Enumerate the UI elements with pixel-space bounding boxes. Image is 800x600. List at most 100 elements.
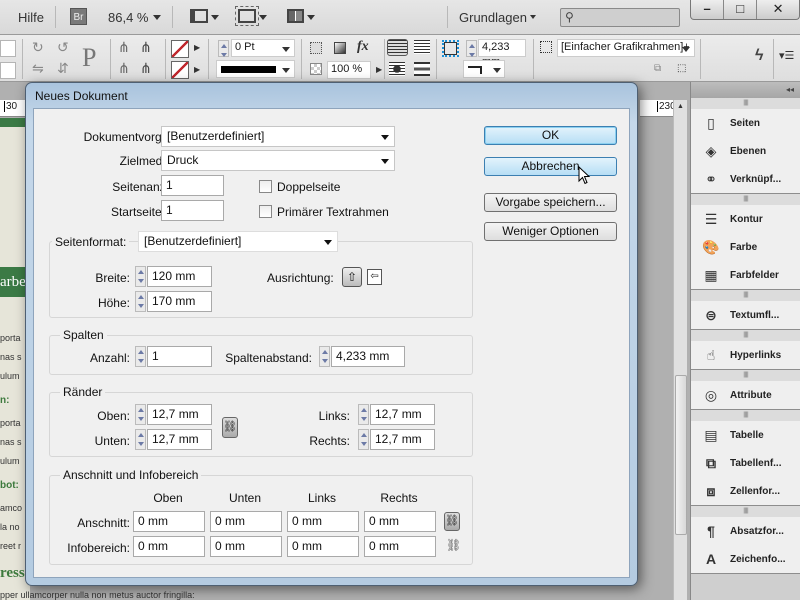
bleed-link-button[interactable]: ⛓ [444,512,460,531]
select-content-icon[interactable]: ⋔ [118,60,130,77]
arrange-documents-icon[interactable] [287,9,304,23]
stroke-type-select[interactable] [216,60,295,78]
view-options-dropdown[interactable] [211,15,219,20]
width-input[interactable]: 120 mm [147,266,212,287]
slug-link-button[interactable]: ⛓ [446,538,461,552]
view-options-icon[interactable] [190,9,208,23]
landscape-orientation-button[interactable]: ⇦ [367,269,382,285]
panel-group-grip[interactable]: |||||||| [691,506,800,517]
flip-vertical-icon[interactable]: ⇵ [57,60,69,77]
gutter-input[interactable]: 4,233 mm [331,346,405,367]
stroke-weight-field[interactable]: 0 Pt [231,39,295,57]
search-input[interactable]: ⚲ [560,8,680,27]
slug-top-input[interactable]: 0 mm [133,536,205,557]
workspace-dropdown-icon[interactable] [530,15,536,19]
panel-item-paragraph-styles[interactable]: ¶ Absatzfor... [691,517,800,545]
margin-top-input[interactable]: 12,7 mm [147,404,212,425]
slug-left-input[interactable]: 0 mm [287,536,359,557]
page-size-select[interactable]: [Benutzerdefiniert] [138,231,338,252]
corner-shape-dropdown[interactable] [493,68,501,73]
margin-right-stepper[interactable] [358,429,369,450]
margin-bottom-input[interactable]: 12,7 mm [147,429,212,450]
bleed-top-input[interactable]: 0 mm [133,511,205,532]
bridge-button[interactable]: Br [70,8,87,25]
panel-group-grip[interactable]: |||||||| [691,290,800,301]
rotate-cw-icon[interactable]: ↻ [32,39,44,56]
opacity-field[interactable]: 100 % [327,61,371,79]
pages-input[interactable]: 1 [161,175,224,196]
panel-item-table-styles[interactable]: ⧉ Tabellenf... [691,449,800,477]
arrange-documents-dropdown[interactable] [307,15,315,20]
columns-count-stepper[interactable] [135,346,146,367]
select-next-icon[interactable]: ⋔ [140,60,152,77]
corner-options-icon[interactable] [442,40,459,57]
preset-select[interactable]: [Benutzerdefiniert] [161,126,395,147]
scroll-up-arrow[interactable]: ▲ [677,103,684,110]
no-text-wrap-icon[interactable] [387,39,408,56]
panel-item-hyperlinks[interactable]: ☝ Hyperlinks [691,341,800,369]
zoom-level[interactable]: 86,4 % [108,10,148,25]
fill-swatch[interactable] [171,40,189,58]
gutter-stepper[interactable] [319,346,330,367]
panel-item-links[interactable]: ⚭ Verknüpf... [691,165,800,193]
wrap-bounding-box-icon[interactable] [414,40,430,54]
panel-group-grip[interactable]: |||||||| [691,98,800,109]
clear-overrides-icon[interactable]: ⧉ [654,63,661,74]
panel-item-character-styles[interactable]: A Zeichenfo... [691,545,800,573]
jump-object-icon[interactable] [414,62,430,76]
slug-bottom-input[interactable]: 0 mm [210,536,282,557]
fewer-options-button[interactable]: Weniger Optionen [484,222,617,241]
save-preset-button[interactable]: Vorgabe speichern... [484,193,617,212]
panel-group-grip[interactable]: |||||||| [691,370,800,381]
zoom-dropdown-icon[interactable] [153,15,161,20]
stroke-weight-stepper[interactable] [218,40,229,57]
quick-apply-icon[interactable]: ϟ [755,47,763,65]
workspace-switcher[interactable]: Grundlagen [459,10,527,25]
object-style-dropdown[interactable] [682,47,690,52]
horizontal-ruler-right[interactable]: 230 [640,100,676,117]
flip-horizontal-icon[interactable]: ⇋ [32,60,44,77]
cancel-button[interactable]: Abbrechen [484,157,617,176]
primary-text-frame-checkbox[interactable] [259,205,272,218]
panel-item-layers[interactable]: ◈ Ebenen [691,137,800,165]
select-previous-icon[interactable]: ⋔ [140,39,152,56]
width-stepper[interactable] [135,266,146,287]
select-container-icon[interactable]: ⋔ [118,39,130,56]
menu-help[interactable]: Hilfe [18,10,44,25]
stroke-type-dropdown[interactable] [282,68,290,73]
ok-button[interactable]: OK [484,126,617,145]
opacity-menu-arrow[interactable]: ▶ [376,65,382,74]
vertical-scrollbar[interactable]: ▲ [673,100,687,600]
facing-pages-checkbox[interactable] [259,180,272,193]
control-panel-menu-icon[interactable]: ▾☰ [779,49,794,62]
close-button[interactable]: ✕ [757,0,799,19]
panel-item-pages[interactable]: ▯ Seiten [691,109,800,137]
scrollbar-thumb[interactable] [675,375,687,535]
margin-left-stepper[interactable] [358,404,369,425]
wrap-object-shape-icon[interactable] [389,62,405,76]
panel-item-stroke[interactable]: ☰ Kontur [691,205,800,233]
corner-shape-select[interactable] [463,60,505,78]
bleed-right-input[interactable]: 0 mm [364,511,436,532]
reference-field-1[interactable] [0,40,16,57]
bleed-bottom-input[interactable]: 0 mm [210,511,282,532]
create-style-icon[interactable]: ⬚ [677,63,686,74]
margin-top-stepper[interactable] [135,404,146,425]
height-stepper[interactable] [135,291,146,312]
minimize-button[interactable]: – [691,0,725,19]
panel-item-attributes[interactable]: ◎ Attribute [691,381,800,409]
rotate-ccw-icon[interactable]: ↺ [57,39,69,56]
panel-item-table[interactable]: ▤ Tabelle [691,421,800,449]
columns-count-input[interactable]: 1 [147,346,212,367]
corner-size-stepper[interactable] [466,40,477,57]
start-page-input[interactable]: 1 [161,200,224,221]
margin-left-input[interactable]: 12,7 mm [370,404,435,425]
margin-bottom-stepper[interactable] [135,429,146,450]
panel-group-grip[interactable]: |||||||| [691,194,800,205]
margin-right-input[interactable]: 12,7 mm [370,429,435,450]
drop-shadow-options-icon[interactable] [310,42,322,54]
margins-link-button[interactable]: ⛓ [222,417,238,438]
slug-right-input[interactable]: 0 mm [364,536,436,557]
fill-menu-arrow[interactable]: ▶ [194,43,200,52]
panel-item-swatches[interactable]: ▦ Farbfelder [691,261,800,289]
